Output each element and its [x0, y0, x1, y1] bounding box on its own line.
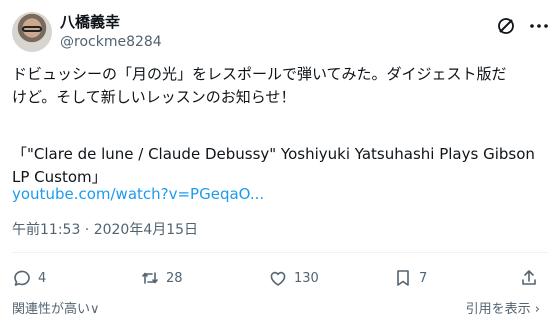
bookmark-button[interactable]: 7 [393, 268, 427, 288]
bookmark-count: 7 [419, 270, 428, 286]
view-quotes-link[interactable]: 引用を表示 › [466, 301, 540, 318]
tweet-line-1: ドビュッシーの「月の光」をレスポールで弾いてみた。ダイジェスト版だ [12, 65, 507, 83]
divider [12, 252, 548, 253]
sort-label: 関連性が高い [12, 302, 91, 317]
avatar-glasses [22, 26, 42, 32]
share-button[interactable] [519, 268, 539, 288]
tweet-line-2: けど。そして新しいレッスンのお知らせ！ [12, 88, 296, 106]
author-name[interactable]: 八橋義幸 [60, 12, 120, 32]
tweet-quote-text: 「"Clare de lune / Claude Debussy" Yoshiy… [12, 145, 535, 186]
reply-icon [14, 270, 30, 286]
like-count: 130 [294, 270, 319, 286]
tweet-timestamp[interactable]: 午前11:53 · 2020年4月15日 [12, 221, 198, 239]
chevron-down-icon: ∨ [90, 302, 100, 317]
retweet-count: 28 [166, 270, 183, 286]
like-button[interactable]: 130 [268, 268, 319, 288]
retweet-icon [142, 272, 158, 284]
grok-icon[interactable] [496, 16, 516, 36]
reply-count: 4 [38, 270, 47, 286]
bookmark-icon [397, 270, 409, 286]
avatar[interactable] [12, 12, 52, 52]
sort-relevance-dropdown[interactable]: 関連性が高い∨ [12, 301, 100, 318]
more-icon[interactable] [528, 16, 550, 36]
share-icon [522, 270, 536, 285]
chevron-right-icon: › [534, 302, 540, 317]
youtube-link[interactable]: youtube.com/watch?v=PGeqaO... [12, 185, 264, 203]
reply-button[interactable]: 4 [12, 268, 46, 288]
tweet-text: ドビュッシーの「月の光」をレスポールで弾いてみた。ダイジェスト版だ けど。そして… [12, 63, 548, 109]
retweet-button[interactable]: 28 [140, 268, 183, 288]
view-quotes-label: 引用を表示 [465, 302, 531, 317]
like-icon [270, 271, 286, 286]
author-handle[interactable]: @rockme8284 [60, 33, 162, 51]
